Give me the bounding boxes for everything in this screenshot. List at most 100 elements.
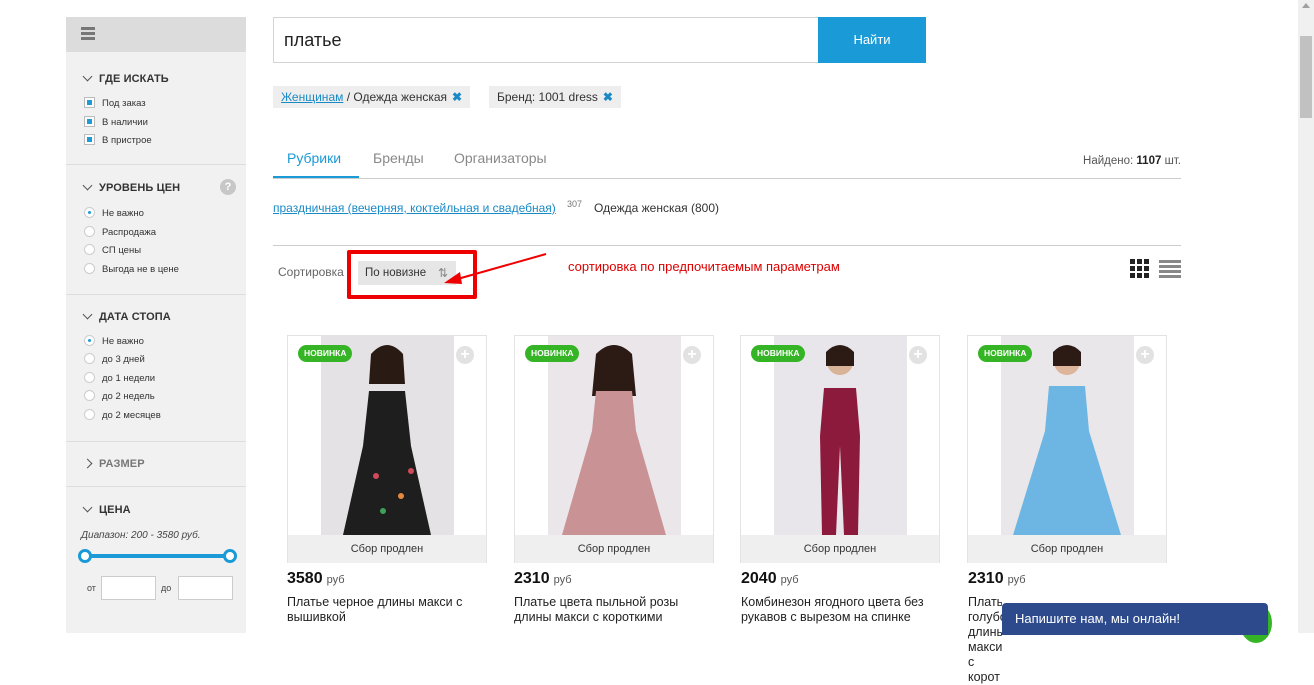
chevron-down-icon [82, 180, 93, 191]
where-section: ГДЕ ИСКАТЬ Под заказ В наличии В пристро… [66, 52, 246, 165]
price-level-option[interactable]: Распродажа [84, 225, 156, 240]
checkbox-icon[interactable] [84, 133, 95, 145]
sort-label: Сортировка [278, 265, 344, 279]
price-level-option[interactable]: Не важно [84, 206, 144, 221]
price-title[interactable]: ЦЕНА [82, 502, 131, 516]
price-level-title[interactable]: УРОВЕНЬ ЦЕН [82, 180, 180, 194]
new-badge: НОВИНКА [525, 345, 580, 362]
price-max-handle[interactable] [223, 549, 237, 563]
product-photo[interactable] [548, 336, 681, 535]
stop-date-title[interactable]: ДАТА СТОПА [82, 309, 171, 323]
stop-date-option[interactable]: Не важно [84, 334, 144, 349]
tab-rubrics[interactable]: Рубрики [287, 150, 341, 166]
add-icon[interactable]: + [456, 346, 474, 364]
price-level-section: УРОВЕНЬ ЦЕН ? Не важно Распродажа СП цен… [66, 165, 246, 295]
filter-chip-category: Женщинам / Одежда женская ✖ [273, 86, 471, 108]
price-to-input[interactable] [178, 576, 233, 600]
radio-icon[interactable] [84, 352, 95, 364]
radio-icon[interactable] [84, 225, 95, 237]
filter-chip-brand: Бренд: 1001 dress ✖ [489, 86, 621, 108]
radio-icon[interactable] [84, 334, 95, 346]
product-status: Сбор продлен [968, 535, 1166, 563]
checkbox-icon[interactable] [84, 115, 95, 127]
rubric-item[interactable]: Одежда женская (800) [594, 201, 719, 215]
tab-brands[interactable]: Бренды [373, 150, 424, 166]
chevron-right-icon [82, 458, 93, 469]
hamburger-icon[interactable] [81, 27, 95, 41]
scroll-up-icon[interactable] [1302, 3, 1310, 8]
chat-widget-button[interactable]: Напишите нам, мы онлайн! [1002, 603, 1268, 635]
product-card[interactable]: НОВИНКА + Сбор продлен [514, 335, 714, 563]
found-count: Найдено: 1107 шт. [1083, 155, 1181, 167]
price-range-label: Диапазон: 200 - 3580 руб. [81, 530, 201, 541]
product-price: 2310 руб [514, 570, 572, 587]
product-title[interactable]: Комбинезон ягодного цвета без рукавов с … [741, 595, 941, 625]
radio-icon[interactable] [84, 371, 95, 383]
product-card[interactable]: НОВИНКА + Сбор продлен [740, 335, 940, 563]
stop-date-option[interactable]: до 1 недели [84, 371, 155, 386]
where-option-pristroy[interactable]: В пристрое [84, 133, 152, 148]
price-section: ЦЕНА Диапазон: 200 - 3580 руб. [66, 487, 246, 633]
price-from-label: от [87, 583, 96, 593]
stop-date-option[interactable]: до 3 дней [84, 352, 145, 367]
product-status: Сбор продлен [515, 535, 713, 563]
chevron-down-icon [82, 71, 93, 82]
brand-label: Бренд: 1001 dress [497, 90, 598, 104]
product-price: 2310 руб [968, 570, 1026, 587]
help-icon[interactable]: ? [220, 179, 236, 195]
grid-view-icon[interactable] [1130, 259, 1150, 279]
product-card[interactable]: НОВИНКА + Сбор продлен [287, 335, 487, 563]
new-badge: НОВИНКА [978, 345, 1033, 362]
filter-sidebar: ГДЕ ИСКАТЬ Под заказ В наличии В пристро… [66, 17, 246, 633]
where-option-stock[interactable]: В наличии [84, 115, 148, 130]
price-level-option[interactable]: СП цены [84, 243, 141, 258]
product-price: 2040 руб [741, 570, 799, 587]
search-input[interactable]: платье [273, 17, 819, 63]
product-title[interactable]: Платье цвета пыльной розы длины макси с … [514, 595, 714, 625]
radio-icon[interactable] [84, 206, 95, 218]
sidebar-menu-bar [66, 17, 246, 52]
product-status: Сбор продлен [288, 535, 486, 563]
remove-icon[interactable]: ✖ [452, 90, 462, 104]
divider [273, 245, 1181, 246]
chevron-down-icon [82, 309, 93, 320]
stop-date-option[interactable]: до 2 месяцев [84, 408, 161, 423]
category-path: / Одежда женская [343, 90, 448, 104]
price-level-option[interactable]: Выгода не в цене [84, 262, 179, 277]
radio-icon[interactable] [84, 408, 95, 420]
new-badge: НОВИНКА [751, 345, 806, 362]
checkbox-icon[interactable] [84, 96, 95, 108]
category-link[interactable]: Женщинам [281, 90, 343, 104]
product-title[interactable]: Платье голубое длины макси с корот [968, 595, 1002, 685]
price-min-handle[interactable] [78, 549, 92, 563]
product-title[interactable]: Платье черное длины макси с вышивкой [287, 595, 487, 625]
product-photo[interactable] [1001, 336, 1134, 535]
scrollbar-thumb[interactable] [1300, 36, 1312, 118]
product-photo[interactable] [774, 336, 907, 535]
add-icon[interactable]: + [683, 346, 701, 364]
add-icon[interactable]: + [1136, 346, 1154, 364]
tab-organizers[interactable]: Организаторы [454, 150, 547, 166]
product-status: Сбор продлен [741, 535, 939, 563]
product-photo[interactable] [321, 336, 454, 535]
annotation-text: сортировка по предпочитаемым параметрам [568, 259, 840, 274]
chevron-down-icon [82, 502, 93, 513]
radio-icon[interactable] [84, 262, 95, 274]
search-button[interactable]: Найти [818, 17, 926, 63]
new-badge: НОВИНКА [298, 345, 353, 362]
list-view-icon[interactable] [1159, 259, 1181, 279]
price-to-label: до [161, 583, 172, 593]
product-card[interactable]: НОВИНКА + Сбор продлен [967, 335, 1167, 563]
remove-icon[interactable]: ✖ [603, 90, 613, 104]
size-section: РАЗМЕР [66, 442, 246, 487]
size-title[interactable]: РАЗМЕР [82, 458, 145, 470]
where-title[interactable]: ГДЕ ИСКАТЬ [82, 71, 169, 85]
rubric-link[interactable]: праздничная (вечерняя, коктейльная и сва… [273, 201, 556, 215]
price-range-track[interactable] [85, 554, 230, 558]
add-icon[interactable]: + [909, 346, 927, 364]
where-option-order[interactable]: Под заказ [84, 96, 146, 111]
radio-icon[interactable] [84, 243, 95, 255]
stop-date-option[interactable]: до 2 недель [84, 389, 155, 404]
radio-icon[interactable] [84, 389, 95, 401]
price-from-input[interactable] [101, 576, 156, 600]
